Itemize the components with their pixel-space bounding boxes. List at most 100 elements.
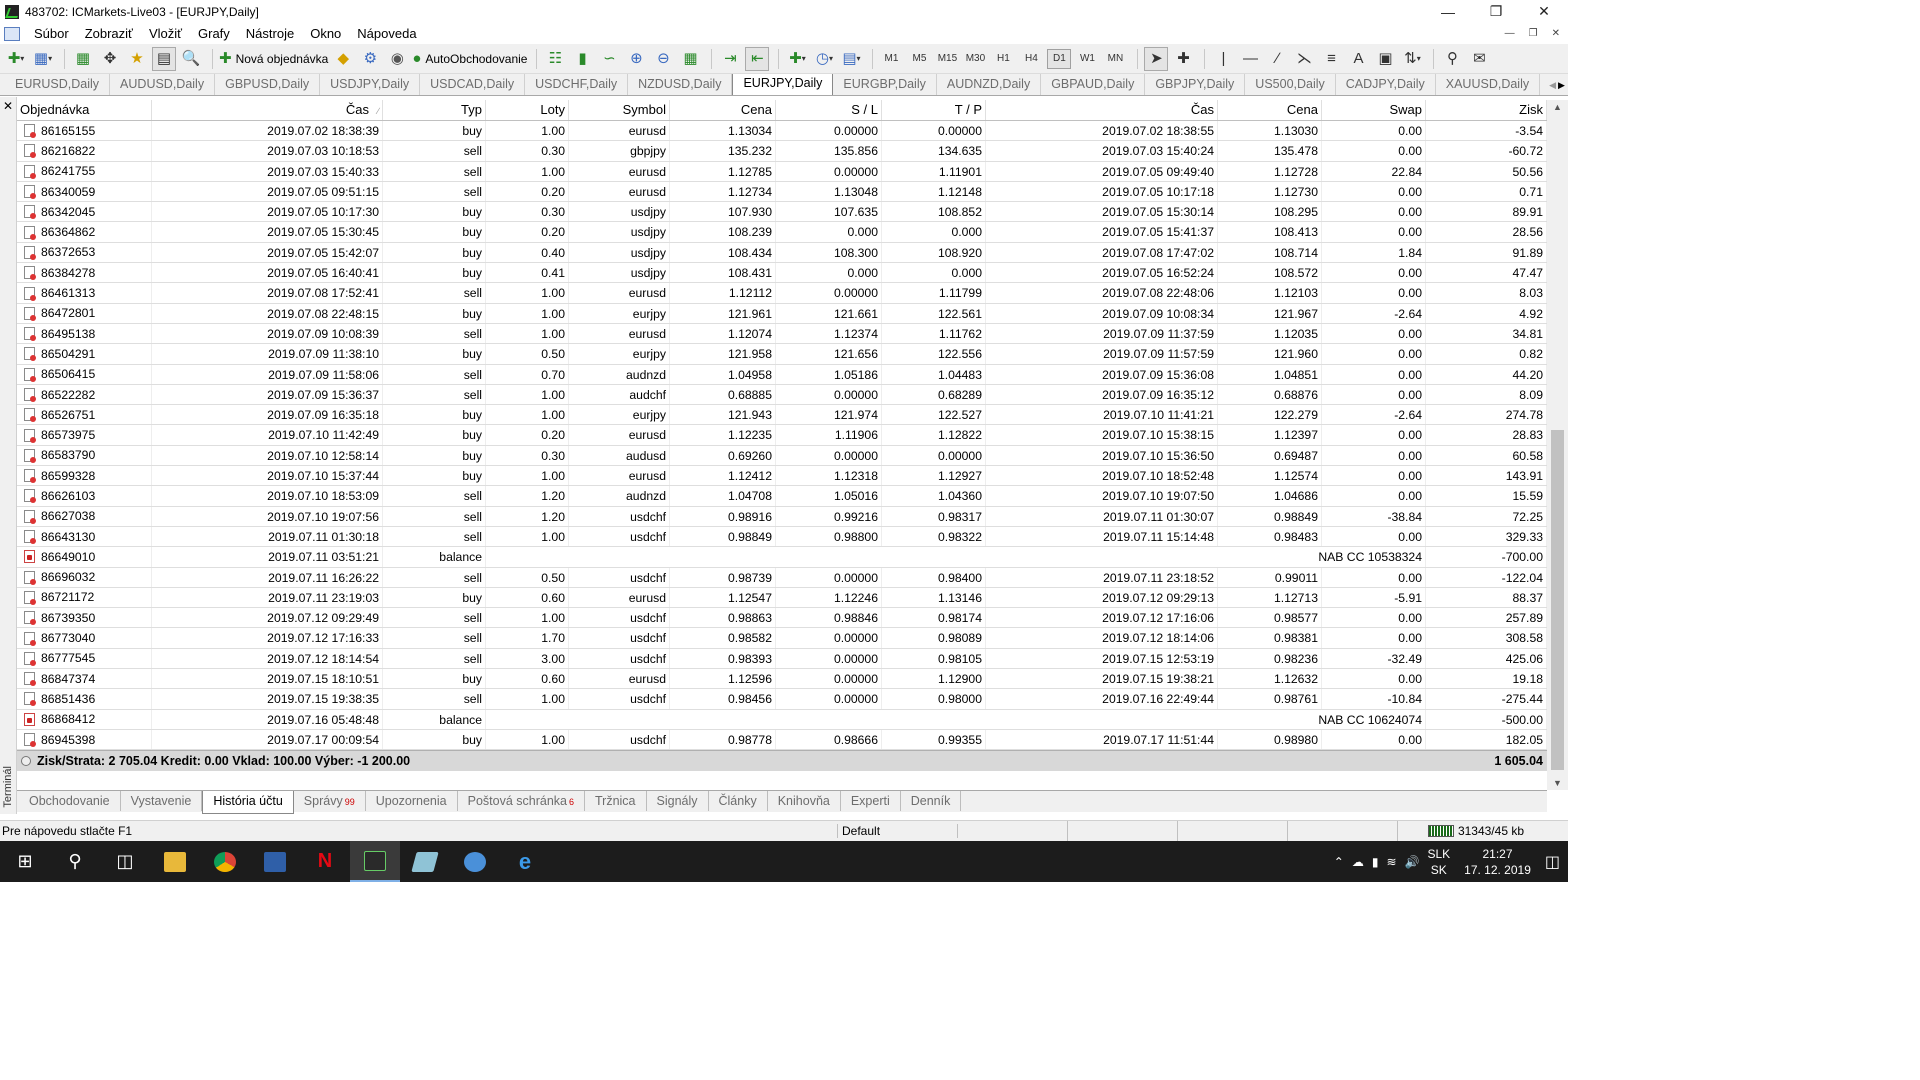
navigator-button[interactable]: ★ (125, 47, 149, 71)
terminal-tab[interactable]: Tržnica (585, 791, 647, 811)
tray-chevron-icon[interactable]: ⌃ (1334, 855, 1344, 869)
column-header-9[interactable]: Cena (1218, 100, 1322, 120)
timeframe-d1-button[interactable]: D1 (1047, 48, 1072, 69)
minimize-button[interactable]: — (1424, 0, 1472, 23)
terminal-tab[interactable]: Signály (647, 791, 709, 811)
clock[interactable]: 21:27 17. 12. 2019 (1464, 846, 1531, 878)
arrows-icon[interactable]: ⇅ ▾ (1400, 47, 1424, 71)
cursor-icon[interactable]: ➤ (1144, 46, 1169, 71)
terminal-tab[interactable]: Články (709, 791, 768, 811)
new-chart-button[interactable]: ✚ ▾ (4, 47, 28, 71)
menu-item-0[interactable]: Súbor (26, 26, 77, 41)
scroll-up-icon[interactable]: ▲ (1547, 102, 1568, 112)
chart-shift-icon[interactable]: ⇤ (745, 46, 770, 71)
crosshair-icon[interactable]: ✚ (1171, 47, 1195, 71)
chart-tab[interactable]: EURGBP,Daily (833, 74, 937, 95)
table-row[interactable]: 86868412 2019.07.16 05:48:48 balance NAB CC… (17, 709, 1547, 730)
table-row[interactable]: 86847374 2019.07.15 18:10:51 buy 0.60 eurusd… (17, 669, 1547, 690)
auto-trading-button[interactable]: ● AutoObchodovanie (412, 47, 527, 71)
table-row[interactable]: 86739350 2019.07.12 09:29:49 sell 1.00 usdch… (17, 608, 1547, 629)
terminal-tab[interactable]: Správy 99 (294, 791, 366, 811)
tile-windows-icon[interactable]: ▦ (678, 47, 702, 71)
data-window-button[interactable]: ✥ (98, 47, 122, 71)
terminal-tab[interactable]: Obchodovanie (19, 791, 121, 811)
chart-tab[interactable]: USDCAD,Daily (420, 74, 526, 95)
mdi-minimize-icon[interactable]: — (1505, 28, 1515, 39)
table-row[interactable]: 86461313 2019.07.08 17:52:41 sell 1.00 eurus… (17, 283, 1547, 304)
column-header-2[interactable]: Typ (383, 100, 486, 120)
fibonacci-icon[interactable]: ≡ (1319, 47, 1343, 71)
menu-item-4[interactable]: Nástroje (238, 26, 302, 41)
table-row[interactable]: 86522282 2019.07.09 15:36:37 sell 1.00 audch… (17, 384, 1547, 406)
timeframe-m15-button[interactable]: M15 (935, 53, 959, 64)
notifications-icon[interactable]: ◫ (1545, 852, 1560, 872)
scrollbar-thumb[interactable] (1551, 430, 1564, 770)
chart-tab[interactable]: USDCHF,Daily (525, 74, 629, 95)
vps-button[interactable]: ◉ (385, 47, 409, 71)
terminal-tab[interactable]: Vystavenie (121, 791, 203, 811)
bar-chart-icon[interactable]: ☷ (543, 47, 567, 71)
language-indicator[interactable]: SLK SK (1427, 846, 1450, 878)
chart-tabs-scroll[interactable]: ◀ ▶ (1546, 74, 1568, 95)
periods-icon[interactable]: ◷ ▾ (812, 47, 836, 71)
table-row[interactable]: 86696032 2019.07.11 16:26:22 sell 0.50 usdch… (17, 567, 1547, 588)
timeframe-h1-button[interactable]: H1 (991, 53, 1015, 64)
scroll-down-icon[interactable]: ▼ (1547, 778, 1568, 788)
metaeditor-button[interactable]: ◆ (331, 47, 355, 71)
table-row[interactable]: 86643130 2019.07.11 01:30:18 sell 1.00 usdch… (17, 526, 1547, 548)
column-header-4[interactable]: Symbol (569, 100, 670, 120)
candle-chart-icon[interactable]: ▮ (570, 47, 594, 71)
table-row[interactable]: 86626103 2019.07.10 18:53:09 sell 1.20 audnz… (17, 486, 1547, 507)
menu-item-2[interactable]: Vložiť (141, 26, 190, 41)
close-button[interactable]: ✕ (1520, 0, 1568, 23)
netflix-icon[interactable]: N (300, 841, 350, 882)
onedrive-icon[interactable]: ☁ (1352, 855, 1364, 869)
table-row[interactable]: 86165155 2019.07.02 18:38:39 buy 1.00 eurusd… (17, 121, 1547, 142)
timeframe-m1-button[interactable]: M1 (879, 53, 903, 64)
table-row[interactable]: 86583790 2019.07.10 12:58:14 buy 0.30 audusd… (17, 445, 1547, 467)
wifi-icon[interactable]: ≋ (1386, 855, 1396, 869)
line-chart-icon[interactable]: ∽ (597, 47, 621, 71)
timeframe-h4-button[interactable]: H4 (1019, 53, 1043, 64)
table-row[interactable]: 86506415 2019.07.09 11:58:06 sell 0.70 audnz… (17, 364, 1547, 385)
chart-tab[interactable]: USDJPY,Daily (320, 74, 421, 95)
table-row[interactable]: 86573975 2019.07.10 11:42:49 buy 0.20 eurusd… (17, 425, 1547, 446)
chart-tab[interactable]: NZDUSD,Daily (628, 74, 733, 95)
column-header-8[interactable]: Čas (986, 100, 1218, 120)
horizontal-line-icon[interactable]: — (1238, 47, 1262, 71)
table-row[interactable]: 86504291 2019.07.09 11:38:10 buy 0.50 eurjpy… (17, 344, 1547, 365)
column-header-3[interactable]: Loty (486, 100, 569, 120)
table-row[interactable]: 86495138 2019.07.09 10:08:39 sell 1.00 eurus… (17, 323, 1547, 345)
column-header-5[interactable]: Cena (670, 100, 776, 120)
arrow-right-icon[interactable]: ▶ (1558, 80, 1565, 91)
terminal-button[interactable]: ▤ (152, 46, 176, 71)
task-view-icon[interactable]: ◫ (100, 841, 150, 882)
column-header-10[interactable]: Swap (1322, 100, 1426, 120)
chart-tab[interactable]: GBPUSD,Daily (215, 74, 321, 95)
autoscroll-icon[interactable]: ⇥ (718, 47, 742, 71)
table-row[interactable]: 86627038 2019.07.10 19:07:56 sell 1.20 usdch… (17, 506, 1547, 527)
text-label-icon[interactable]: ▣ (1373, 47, 1397, 71)
metatrader-taskbar-icon[interactable] (350, 841, 400, 882)
table-row[interactable]: 86241755 2019.07.03 15:40:33 sell 1.00 eurus… (17, 161, 1547, 182)
table-row[interactable]: 86773040 2019.07.12 17:16:33 sell 1.70 usdch… (17, 628, 1547, 649)
battery-icon[interactable]: ▮ (1372, 855, 1379, 869)
mdi-close-icon[interactable]: ✕ (1552, 28, 1560, 39)
table-row[interactable]: 86945398 2019.07.17 00:09:54 buy 1.00 usdchf… (17, 729, 1547, 751)
notes-app-icon[interactable] (400, 841, 450, 882)
chart-tab[interactable]: XAUUSD,Daily (1436, 74, 1541, 95)
table-row[interactable]: 86472801 2019.07.08 22:48:15 buy 1.00 eurjpy… (17, 303, 1547, 324)
strategy-tester-button[interactable]: 🔍 (179, 47, 203, 71)
table-row[interactable]: 86342045 2019.07.05 10:17:30 buy 0.30 usdjpy… (17, 202, 1547, 223)
timeframe-m30-button[interactable]: M30 (963, 53, 987, 64)
templates-icon[interactable]: ▤ ▾ (839, 47, 863, 71)
terminal-tab[interactable]: Upozornenia (366, 791, 458, 811)
vertical-scrollbar[interactable]: ▲ ▼ (1547, 100, 1568, 790)
chart-tab[interactable]: GBPAUD,Daily (1041, 74, 1146, 95)
table-row[interactable]: 86599328 2019.07.10 15:37:44 buy 1.00 eurusd… (17, 466, 1547, 487)
community-button[interactable]: ⚙ (358, 47, 382, 71)
chart-tab[interactable]: AUDNZD,Daily (937, 74, 1042, 95)
timeframe-mn-button[interactable]: MN (1103, 53, 1127, 64)
table-row[interactable]: 86364862 2019.07.05 15:30:45 buy 0.20 usdjpy… (17, 222, 1547, 243)
timeframe-w1-button[interactable]: W1 (1075, 53, 1099, 64)
